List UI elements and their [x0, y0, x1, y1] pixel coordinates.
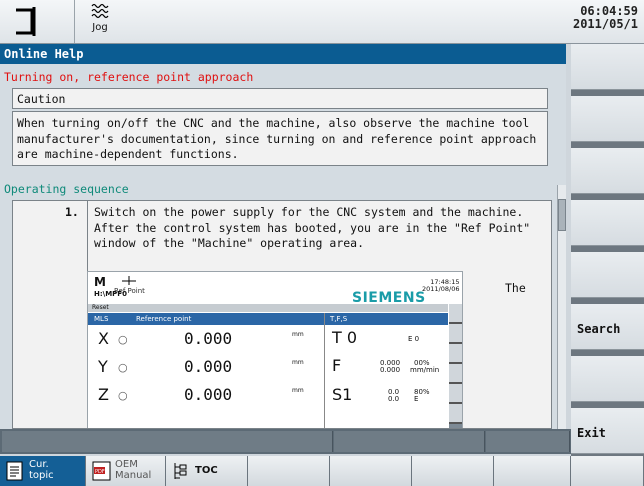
axis-value: 0.000	[184, 329, 233, 348]
message-line	[0, 429, 571, 454]
cnc-help-window: Jog 06:04:59 2011/05/1 Online Help Turni…	[0, 0, 644, 486]
svg-text:PDF: PDF	[95, 469, 105, 475]
oem-manual-button[interactable]: PDF OEM Manual	[86, 456, 166, 486]
mode-label: Jog	[92, 22, 108, 33]
table-col-mls: MLS	[94, 315, 109, 323]
mode-letter: M	[94, 275, 106, 289]
spindle-unit: E	[414, 395, 419, 403]
axis-name: X	[98, 329, 109, 348]
embedded-screenshot: M Ref Point 17:48:15 2011/08/06 H:\MPF0 …	[87, 271, 463, 428]
tool-extra: E 0	[408, 335, 420, 343]
top-status-bar: Jog 06:04:59 2011/05/1	[0, 0, 644, 44]
axis-value: 0.000	[184, 357, 233, 376]
pdf-icon: PDF	[92, 461, 111, 481]
caution-label: Caution	[12, 88, 548, 109]
current-topic-label: Cur. topic	[29, 459, 54, 481]
bottom-softkey-8[interactable]	[571, 456, 644, 486]
vertical-softkeys: Search Exit	[571, 44, 644, 456]
table-header: MLS Reference point T,F,S	[88, 313, 448, 325]
horizontal-softkeys: Cur. topic PDF OEM Manual TOC	[0, 456, 644, 486]
feed-value-2: 0.000	[380, 366, 401, 374]
oem-manual-label: OEM Manual	[115, 459, 152, 481]
softkey-3[interactable]	[571, 148, 644, 194]
topic-heading: Turning on, reference point approach	[4, 70, 254, 84]
softkey-1[interactable]	[571, 44, 644, 90]
toc-label: TOC	[195, 465, 218, 476]
clock: 06:04:59 2011/05/1	[573, 5, 638, 31]
axis-row: X ○ 0.000 mm	[98, 329, 304, 348]
step-number: 1.	[65, 205, 79, 219]
softkey-4[interactable]	[571, 200, 644, 246]
spindle-value-2: 0.0	[388, 395, 400, 403]
document-icon	[6, 461, 23, 481]
jog-wave-icon	[91, 3, 109, 19]
axis-name: Z	[98, 385, 109, 404]
panel-title: Online Help	[0, 44, 566, 64]
embedded-softkeys	[449, 304, 462, 428]
embedded-clock: 17:48:15 2011/08/06	[422, 279, 459, 293]
reset-bar: Reset	[88, 304, 448, 312]
tool-value: T 0	[332, 328, 358, 347]
clock-date: 2011/05/1	[572, 17, 638, 31]
axis-value: 0.000	[184, 385, 233, 404]
feed-label: F	[332, 356, 342, 375]
machine-area-icon	[10, 4, 70, 39]
exit-softkey[interactable]: Exit	[571, 408, 644, 454]
softkey-7[interactable]	[571, 356, 644, 402]
embedded-date: 2011/08/06	[422, 285, 460, 293]
axis-name: Y	[98, 357, 108, 376]
current-topic-button[interactable]: Cur. topic	[0, 456, 86, 486]
reset-label: Reset	[92, 304, 109, 311]
step-table: 1. Switch on the power supply for the CN…	[12, 200, 552, 429]
help-panel: Online Help Turning on, reference point …	[0, 44, 566, 429]
softkey-2[interactable]	[571, 96, 644, 142]
continued-text: The	[505, 281, 526, 295]
bottom-softkey-6[interactable]	[412, 456, 494, 486]
feed-unit: mm/min	[410, 366, 440, 374]
program-path: H:\MPF0	[94, 290, 127, 298]
section-heading: Operating sequence	[4, 182, 129, 196]
search-softkey[interactable]: Search	[571, 304, 644, 350]
jog-mode-indicator: Jog	[80, 2, 120, 40]
toc-button[interactable]: TOC	[166, 456, 248, 486]
bottom-softkey-4[interactable]	[248, 456, 330, 486]
softkey-5[interactable]	[571, 252, 644, 298]
spindle-label: S1	[332, 385, 353, 404]
step-text: Switch on the power supply for the CNC s…	[94, 205, 531, 250]
table-col-tfs: T,F,S	[330, 315, 348, 323]
toc-icon	[174, 463, 187, 479]
bottom-softkey-7[interactable]	[494, 456, 571, 486]
axis-unit: mm	[292, 331, 304, 338]
caution-text: When turning on/off the CNC and the mach…	[12, 111, 548, 166]
axis-unit: mm	[292, 387, 304, 394]
scrollbar[interactable]	[557, 185, 566, 429]
table-col-refpoint: Reference point	[136, 315, 192, 323]
axis-unit: mm	[292, 359, 304, 366]
scrollbar-thumb[interactable]	[558, 199, 566, 231]
bottom-softkey-5[interactable]	[330, 456, 412, 486]
